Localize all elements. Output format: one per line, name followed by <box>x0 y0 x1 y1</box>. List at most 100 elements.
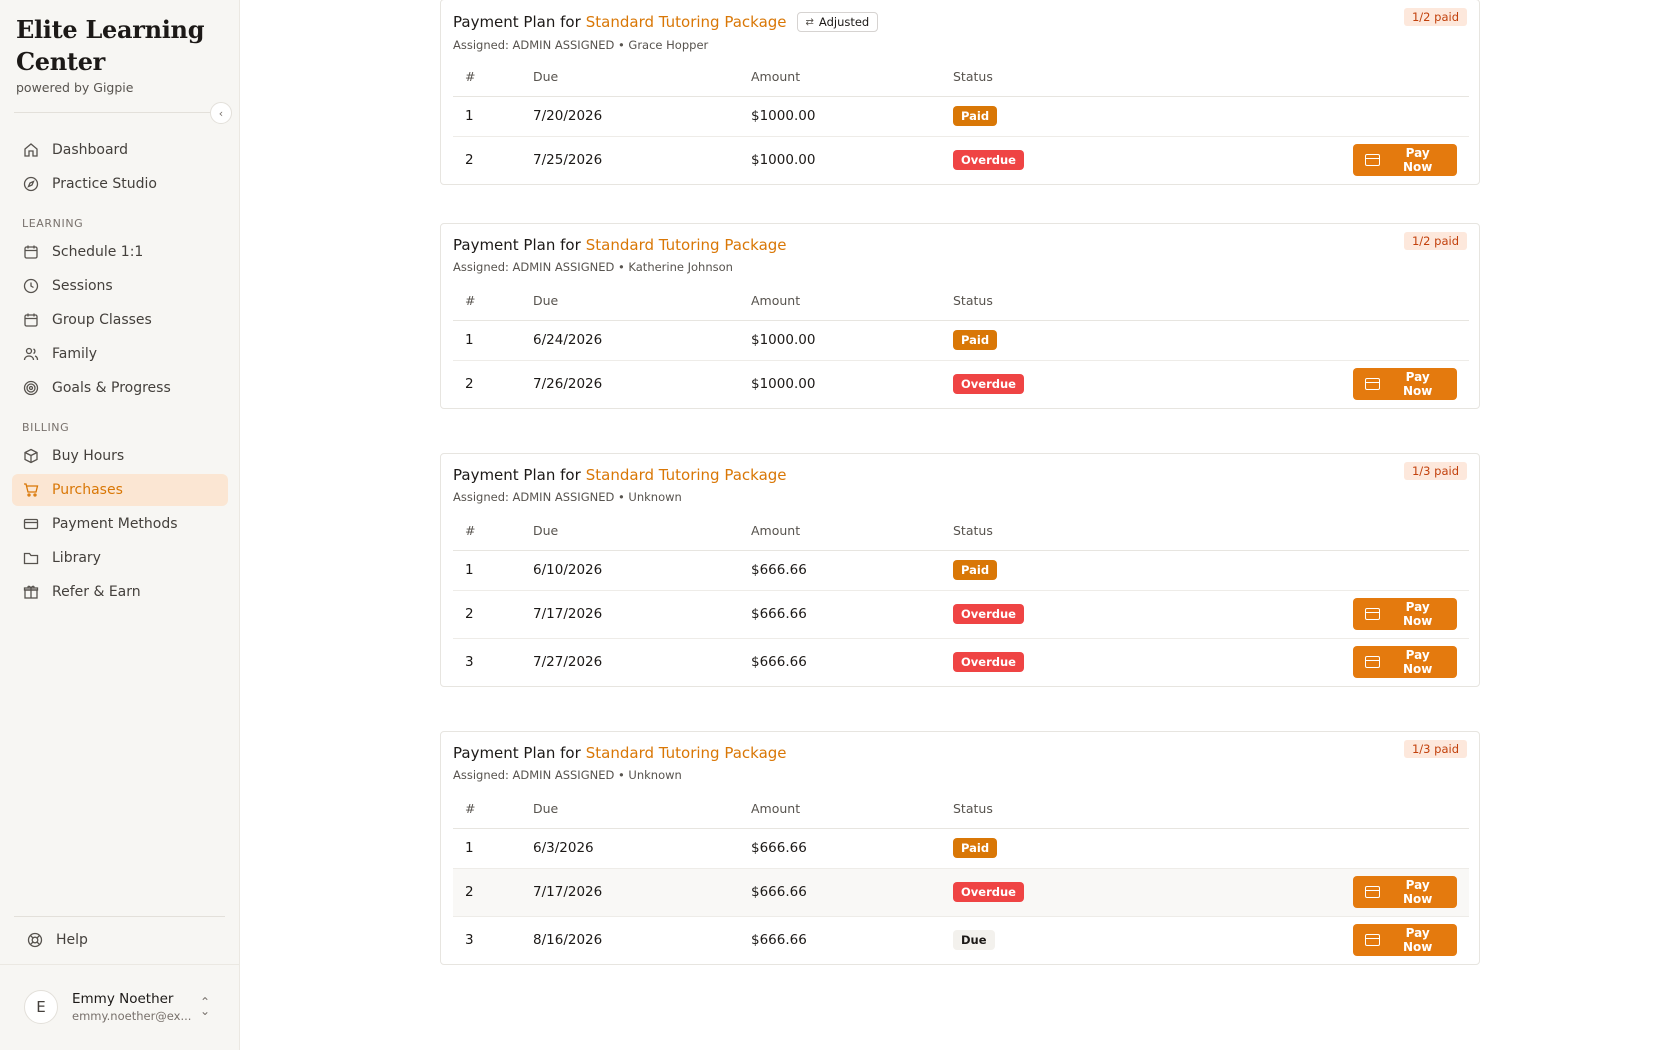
pay-now-button[interactable]: Pay Now <box>1353 924 1457 957</box>
pay-now-button[interactable]: Pay Now <box>1353 368 1457 401</box>
cell-action <box>1353 550 1469 591</box>
credit-card-icon <box>1365 656 1381 669</box>
cell-status: Paid <box>953 96 1353 137</box>
column-header-number: # <box>453 790 533 829</box>
adjusted-label: Adjusted <box>818 15 870 29</box>
brand-powered-by: powered by Gigpie <box>16 80 134 95</box>
installments-table: # Due Amount Status 1 6/24/2026 $1000.00… <box>453 282 1469 408</box>
paid-count-badge: 1/2 paid <box>1403 8 1467 26</box>
table-row: 3 7/27/2026 $666.66 Overdue Pay Now <box>453 638 1469 686</box>
adjusted-badge: ⇄ Adjusted <box>796 12 879 32</box>
payment-plan-card: Payment Plan for Standard Tutoring Packa… <box>440 731 1480 965</box>
credit-card-icon <box>1365 378 1381 391</box>
cell-number: 3 <box>465 654 474 671</box>
table-row: 2 7/17/2026 $666.66 Overdue Pay Now <box>453 868 1469 917</box>
cell-amount: $666.66 <box>751 868 953 917</box>
package-link[interactable]: Standard Tutoring Package <box>586 744 787 762</box>
compass-icon <box>22 175 40 193</box>
calendar-icon <box>22 311 40 329</box>
status-badge: Overdue <box>953 150 1024 171</box>
paid-count-badge: 1/3 paid <box>1403 462 1467 480</box>
cell-due: 7/25/2026 <box>533 152 603 169</box>
cell-number: 1 <box>453 320 533 361</box>
table-row: 3 8/16/2026 $666.66 Due Pay Now <box>453 916 1469 964</box>
sidebar-item-label: Sessions <box>52 278 113 294</box>
assigned-text: Assigned: ADMIN ASSIGNED • Unknown <box>453 768 682 782</box>
sidebar-item-payment-methods[interactable]: Payment Methods <box>12 508 228 540</box>
column-header-action <box>1353 282 1469 321</box>
sidebar-item-help[interactable]: Help <box>16 924 224 956</box>
sidebar-item-purchases[interactable]: Purchases <box>12 474 228 506</box>
sidebar-item-group-classes[interactable]: Group Classes <box>12 304 228 336</box>
column-header-number: # <box>453 512 533 551</box>
pay-now-button[interactable]: Pay Now <box>1353 876 1457 908</box>
installments-table: # Due Amount Status 1 6/10/2026 $666.66 … <box>453 512 1469 686</box>
credit-card-icon <box>22 515 40 533</box>
table-row: 1 6/10/2026 $666.66 Paid <box>453 550 1469 591</box>
sidebar-item-buy-hours[interactable]: Buy Hours <box>12 440 228 472</box>
sidebar-nav: Dashboard Practice Studio LEARNING Sched… <box>12 134 228 610</box>
sidebar-item-dashboard[interactable]: Dashboard <box>12 134 228 166</box>
sidebar-item-library[interactable]: Library <box>12 542 228 574</box>
sidebar-item-label: Buy Hours <box>52 448 125 464</box>
package-link[interactable]: Standard Tutoring Package <box>586 236 787 254</box>
brand: Elite Learning Center powered by Gigpie <box>16 14 216 95</box>
cell-amount: $1000.00 <box>751 152 816 169</box>
user-menu[interactable]: E Emmy Noether emmy.noether@ex... ⌃ ⌄ <box>24 990 224 1024</box>
credit-card-icon <box>1365 154 1381 167</box>
cell-action: Pay Now <box>1353 136 1469 184</box>
cell-number: 1 <box>453 96 533 137</box>
pay-now-label: Pay Now <box>1402 370 1433 399</box>
sidebar-item-schedule[interactable]: Schedule 1:1 <box>12 236 228 268</box>
plan-title-prefix: Payment Plan for <box>453 466 581 484</box>
status-badge: Overdue <box>953 374 1024 395</box>
package-link[interactable]: Standard Tutoring Package <box>586 13 787 31</box>
cell-due: 6/10/2026 <box>533 550 751 591</box>
sidebar-item-label: Family <box>52 346 98 362</box>
cell-due: 6/3/2026 <box>533 828 751 869</box>
pay-now-button[interactable]: Pay Now <box>1353 144 1457 177</box>
divider <box>14 916 225 917</box>
collapse-sidebar-button[interactable]: ‹ <box>210 102 232 124</box>
section-learning: LEARNING <box>22 217 84 230</box>
brand-name: Elite Learning Center <box>16 15 205 76</box>
table-row: 1 6/24/2026 $1000.00 Paid <box>453 320 1469 361</box>
pay-now-label: Pay Now <box>1402 600 1433 628</box>
cell-number: 2 <box>453 868 533 917</box>
sidebar-item-label: Purchases <box>52 482 123 498</box>
sidebar-item-refer[interactable]: Refer & Earn <box>12 576 228 608</box>
sidebar-item-label: Refer & Earn <box>52 584 141 600</box>
sidebar-item-family[interactable]: Family <box>12 338 228 370</box>
pay-now-button[interactable]: Pay Now <box>1353 598 1457 630</box>
cell-due: 7/20/2026 <box>533 96 751 137</box>
assigned-text: Assigned: ADMIN ASSIGNED • Katherine Joh… <box>453 260 733 274</box>
status-badge: Paid <box>953 838 998 858</box>
cell-status: Overdue <box>953 590 1353 639</box>
sliders-icon: ⇄ <box>805 16 814 28</box>
chevron-left-icon: ‹ <box>218 106 224 120</box>
cart-icon <box>22 481 40 499</box>
column-header-status: Status <box>953 512 1353 551</box>
status-badge: Overdue <box>953 604 1024 624</box>
paid-count-badge: 1/2 paid <box>1403 232 1467 250</box>
plan-title: Payment Plan for Standard Tutoring Packa… <box>453 744 1467 762</box>
sidebar-item-practice-studio[interactable]: Practice Studio <box>12 168 228 200</box>
pay-now-button[interactable]: Pay Now <box>1353 646 1457 679</box>
folder-icon <box>22 549 40 567</box>
package-icon <box>22 447 40 465</box>
installments-table: # Due Amount Status 1 7/20/2026 $1000.00… <box>453 58 1469 184</box>
cell-amount: $1000.00 <box>751 96 953 137</box>
cell-number: 1 <box>453 550 533 591</box>
table-row: 1 7/20/2026 $1000.00 Paid <box>453 96 1469 137</box>
sidebar-item-goals[interactable]: Goals & Progress <box>12 372 228 404</box>
column-header-number: # <box>453 282 533 321</box>
package-link[interactable]: Standard Tutoring Package <box>586 466 787 484</box>
status-badge: Paid <box>953 560 998 580</box>
status-badge: Due <box>953 930 995 951</box>
gift-icon <box>22 583 40 601</box>
user-info: Emmy Noether emmy.noether@ex... <box>72 991 191 1023</box>
table-row: 2 7/25/2026 $1000.00 Overdue Pay Now <box>453 136 1469 184</box>
column-header-amount: Amount <box>751 512 953 551</box>
column-header-amount: Amount <box>751 790 953 829</box>
sidebar-item-sessions[interactable]: Sessions <box>12 270 228 302</box>
